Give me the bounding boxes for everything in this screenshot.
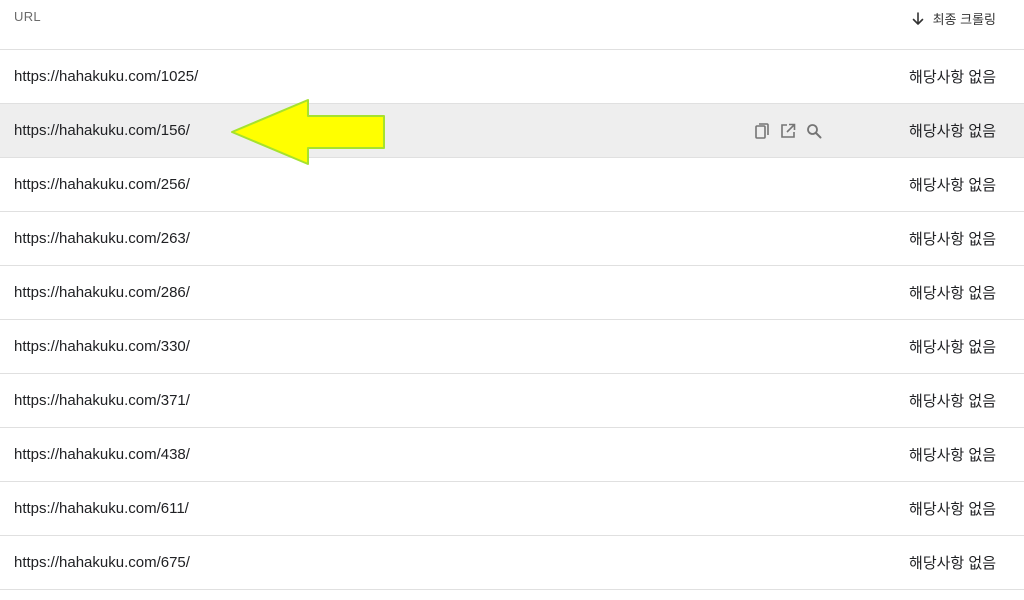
status-cell: 해당사항 없음 bbox=[909, 231, 996, 248]
status-cell: 해당사항 없음 bbox=[909, 447, 996, 464]
table-row-highlighted[interactable]: https://hahakuku.com/156/ 해당사항 없음 bbox=[0, 104, 1024, 158]
table-row[interactable]: https://hahakuku.com/256/ 해당사항 없음 bbox=[0, 158, 1024, 212]
open-in-new-icon[interactable] bbox=[778, 121, 798, 141]
status-cell: 해당사항 없음 bbox=[909, 339, 996, 356]
url-cell[interactable]: https://hahakuku.com/438/ bbox=[14, 446, 190, 463]
table-row[interactable]: https://hahakuku.com/438/ 해당사항 없음 bbox=[0, 428, 1024, 482]
status-cell: 해당사항 없음 bbox=[909, 393, 996, 410]
url-cell[interactable]: https://hahakuku.com/256/ bbox=[14, 176, 190, 193]
url-table: URL 최종 크롤링 https://hahakuku.com/1025/ 해당… bbox=[0, 0, 1024, 600]
last-crawl-label: 최종 크롤링 bbox=[932, 12, 996, 27]
yellow-arrow-annotation-icon bbox=[231, 99, 385, 165]
url-cell[interactable]: https://hahakuku.com/156/ bbox=[14, 122, 190, 139]
status-cell: 해당사항 없음 bbox=[909, 501, 996, 518]
table-row[interactable]: https://hahakuku.com/263/ 해당사항 없음 bbox=[0, 212, 1024, 266]
status-cell: 해당사항 없음 bbox=[909, 177, 996, 194]
status-cell: 해당사항 없음 bbox=[909, 123, 996, 140]
url-cell[interactable]: https://hahakuku.com/1025/ bbox=[14, 68, 198, 85]
row-actions bbox=[752, 104, 824, 157]
last-crawl-column-header[interactable]: 최종 크롤링 bbox=[911, 9, 996, 28]
table-row[interactable]: https://hahakuku.com/611/ 해당사항 없음 bbox=[0, 482, 1024, 536]
table-row[interactable]: https://hahakuku.com/371/ 해당사항 없음 bbox=[0, 374, 1024, 428]
table-header: URL 최종 크롤링 bbox=[0, 0, 1024, 50]
table-row[interactable]: https://hahakuku.com/330/ 해당사항 없음 bbox=[0, 320, 1024, 374]
url-cell[interactable]: https://hahakuku.com/371/ bbox=[14, 392, 190, 409]
table-row[interactable]: https://hahakuku.com/286/ 해당사항 없음 bbox=[0, 266, 1024, 320]
search-icon[interactable] bbox=[804, 121, 824, 141]
copy-icon[interactable] bbox=[752, 121, 772, 141]
status-cell: 해당사항 없음 bbox=[909, 69, 996, 86]
table-row[interactable]: https://hahakuku.com/675/ 해당사항 없음 bbox=[0, 536, 1024, 590]
arrow-down-icon[interactable] bbox=[911, 11, 925, 26]
url-cell[interactable]: https://hahakuku.com/263/ bbox=[14, 230, 190, 247]
status-cell: 해당사항 없음 bbox=[909, 285, 996, 302]
status-cell: 해당사항 없음 bbox=[909, 555, 996, 572]
url-cell[interactable]: https://hahakuku.com/675/ bbox=[14, 554, 190, 571]
url-cell[interactable]: https://hahakuku.com/286/ bbox=[14, 284, 190, 301]
url-column-header[interactable]: URL bbox=[14, 9, 41, 24]
url-cell[interactable]: https://hahakuku.com/330/ bbox=[14, 338, 190, 355]
table-row[interactable]: https://hahakuku.com/1025/ 해당사항 없음 bbox=[0, 50, 1024, 104]
url-cell[interactable]: https://hahakuku.com/611/ bbox=[14, 500, 189, 517]
